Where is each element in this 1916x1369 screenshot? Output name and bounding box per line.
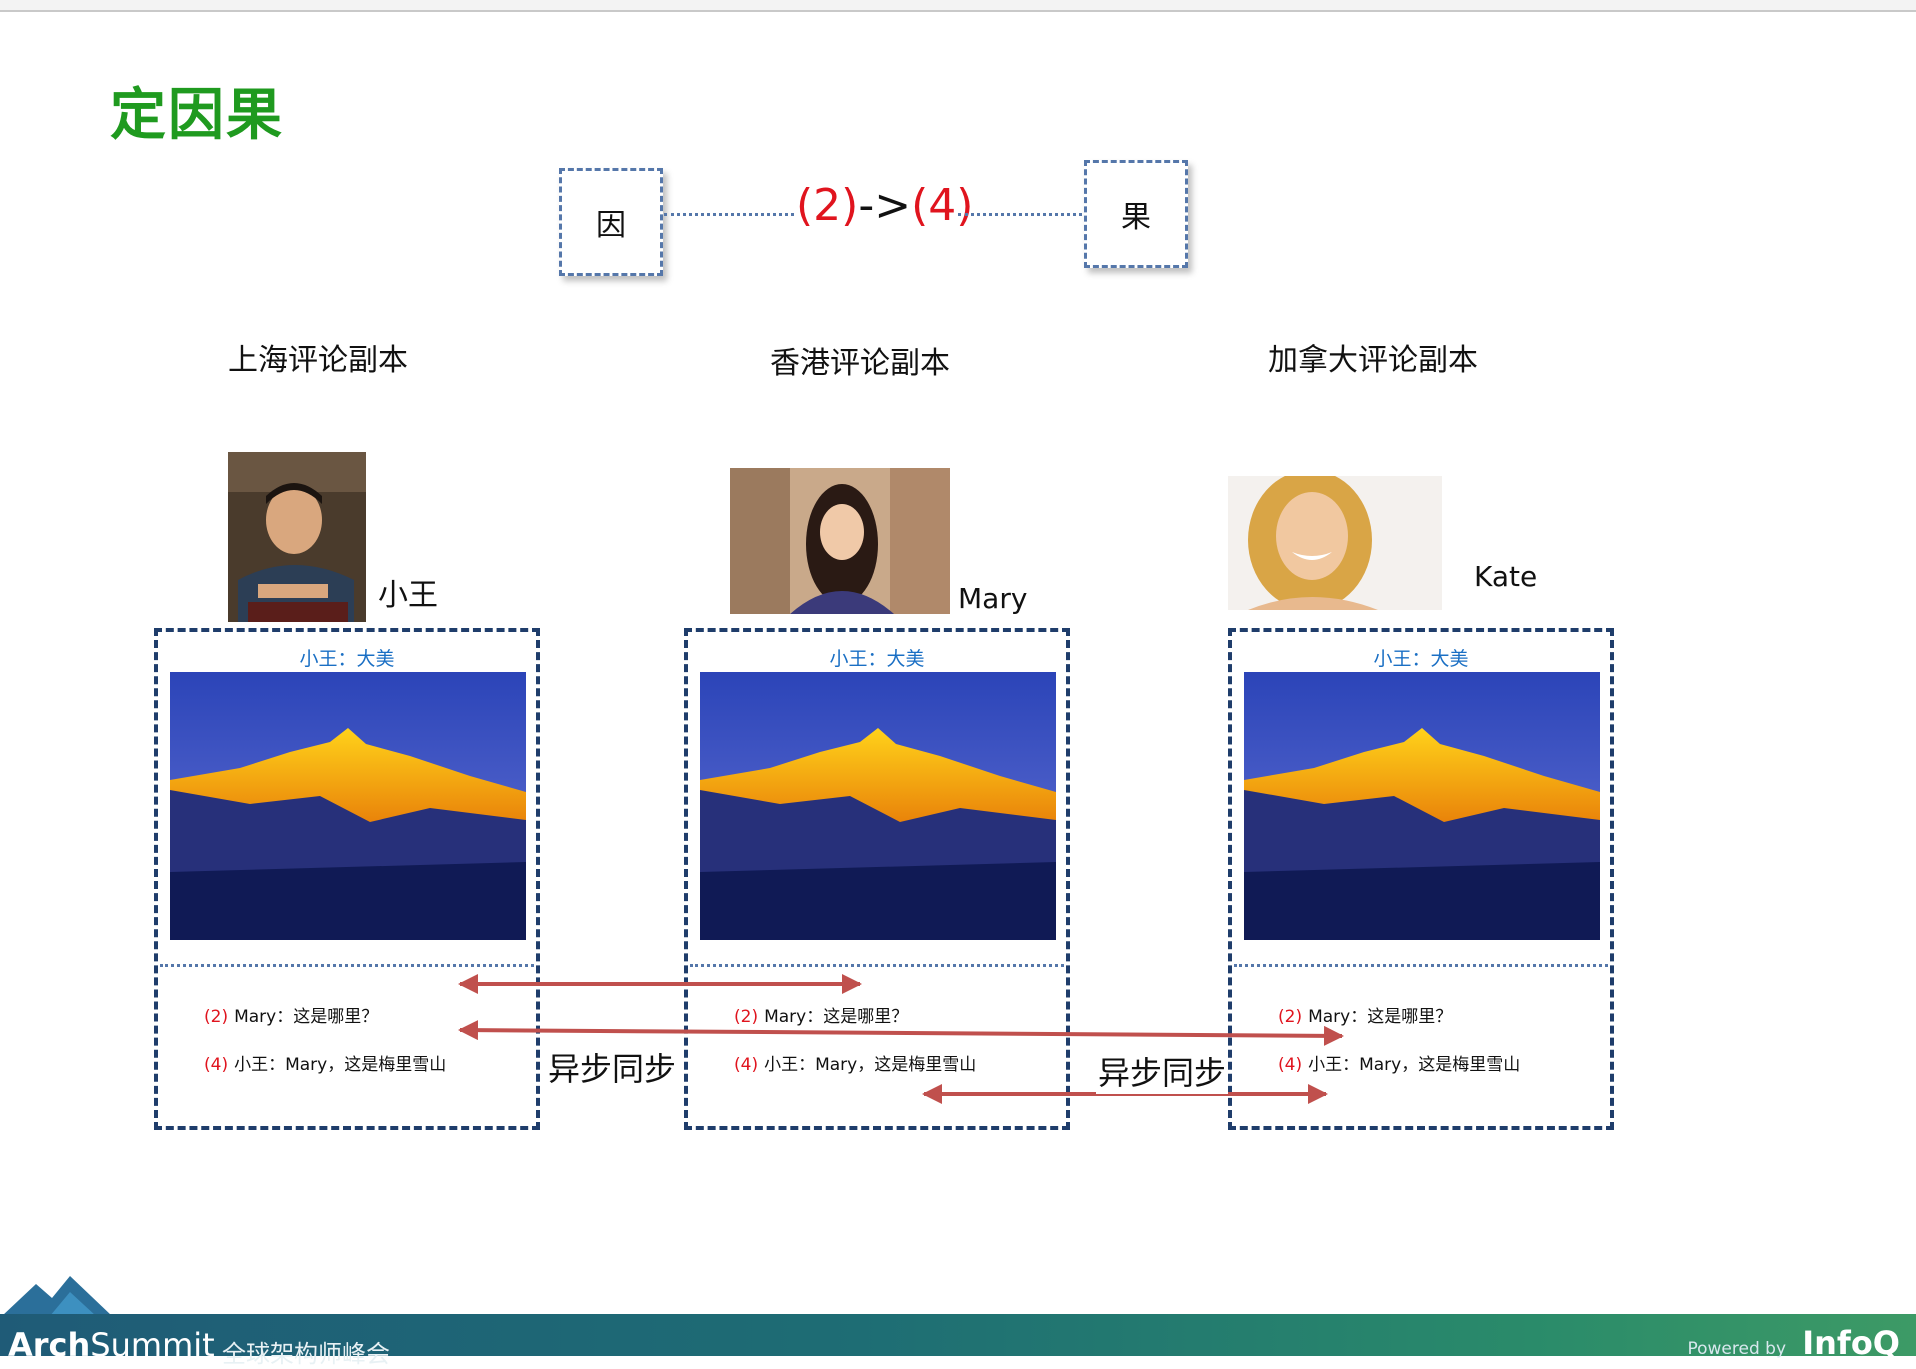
sync-label-left: 异步同步	[546, 1044, 679, 1090]
brand-bold: Arch	[8, 1326, 91, 1364]
sync-arrow-sh-ca	[458, 1020, 1344, 1046]
brand-subtitle: 全球架构师峰会	[222, 1340, 390, 1368]
brand-light: Summit	[90, 1326, 215, 1364]
powered-by: Powered by	[1687, 1339, 1786, 1359]
sync-label-right: 异步同步	[1096, 1048, 1229, 1094]
brand-archsummit: ArchSummit	[8, 1326, 215, 1364]
sync-arrows	[458, 974, 1344, 1104]
infoq-logo: InfoQ	[1802, 1324, 1900, 1362]
archsummit-logo-icon	[2, 1276, 112, 1316]
